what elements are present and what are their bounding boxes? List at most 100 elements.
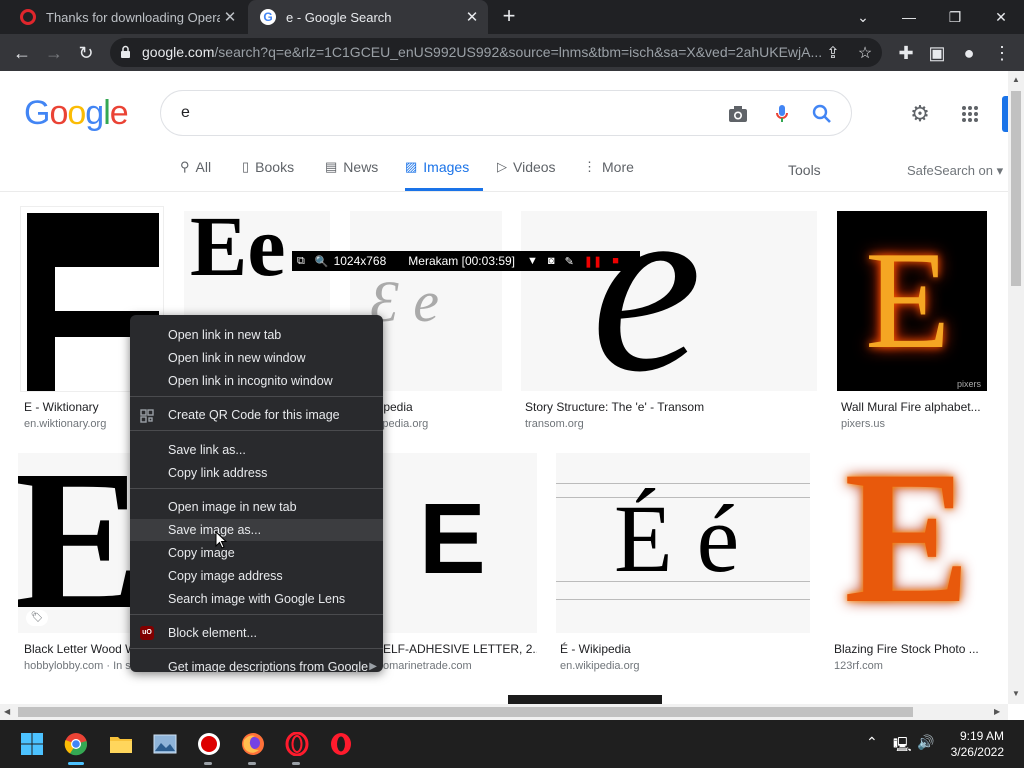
search-icon[interactable] bbox=[811, 103, 833, 125]
vertical-scrollbar[interactable]: ▲ ▼ bbox=[1008, 71, 1024, 704]
chrome-icon[interactable] bbox=[62, 730, 90, 758]
horizontal-scrollbar[interactable]: ◀ ▶ bbox=[0, 704, 1008, 720]
menu-save-link-as[interactable]: Save link as... bbox=[130, 439, 383, 461]
google-logo[interactable]: Google bbox=[24, 94, 129, 133]
tab-news[interactable]: ▤ News bbox=[325, 159, 378, 191]
apps-grid-icon[interactable] bbox=[958, 102, 982, 126]
photos-icon[interactable] bbox=[151, 730, 179, 758]
safesearch-toggle[interactable]: SafeSearch on ▾ bbox=[907, 163, 1003, 179]
menu-kebab-icon[interactable]: ⋮ bbox=[988, 39, 1016, 67]
minimize-icon[interactable]: — bbox=[886, 0, 932, 34]
scroll-up-icon[interactable]: ▲ bbox=[1012, 75, 1020, 84]
letter-e-gap bbox=[55, 267, 159, 311]
side-panel-icon[interactable]: ▣ bbox=[923, 39, 951, 67]
tab-videos[interactable]: ▷ Videos bbox=[497, 159, 556, 191]
menu-create-qr-code[interactable]: Create QR Code for this image bbox=[130, 404, 383, 426]
camera-icon[interactable] bbox=[727, 103, 749, 125]
windows-start-icon[interactable] bbox=[18, 730, 46, 758]
menu-open-link-incognito[interactable]: Open link in incognito window bbox=[130, 370, 383, 392]
tab-more[interactable]: ⋮ More bbox=[583, 159, 634, 191]
close-icon[interactable]: ✕ bbox=[462, 8, 482, 26]
result-image-transom[interactable]: e bbox=[521, 211, 817, 391]
opera-icon[interactable] bbox=[327, 730, 355, 758]
back-icon[interactable]: ← bbox=[8, 39, 36, 67]
pen-icon[interactable]: ✎ bbox=[565, 255, 574, 268]
tab-all[interactable]: ⚲ All bbox=[180, 159, 211, 191]
firefox-icon[interactable] bbox=[239, 730, 267, 758]
dropdown-arrow-icon[interactable]: ▼ bbox=[527, 255, 538, 267]
reload-icon[interactable]: ↻ bbox=[72, 39, 100, 67]
restore-icon[interactable]: ❐ bbox=[932, 0, 978, 34]
result-image-e-acute[interactable]: É é bbox=[556, 453, 810, 633]
result-glyph: E bbox=[865, 223, 951, 378]
watermark: pixers bbox=[956, 379, 981, 389]
result-image-fire-e[interactable]: E pixers bbox=[837, 211, 987, 391]
search-input[interactable]: e bbox=[181, 104, 190, 122]
menu-save-image-as[interactable]: Save image as... bbox=[130, 519, 383, 541]
screen-recorder-bar[interactable]: ⧉ 🔍 1024x768 Merakam [00:03:59] ▼ ◙ ✎ ❚❚… bbox=[292, 251, 640, 271]
result-glyph: Ee bbox=[190, 211, 286, 294]
menu-copy-image[interactable]: Copy image bbox=[130, 542, 383, 564]
scroll-left-icon[interactable]: ◀ bbox=[4, 707, 10, 716]
screen-recorder-icon[interactable] bbox=[195, 730, 223, 758]
search-nav-tabs: ⚲ All ▯ Books ▤ News ▨ Images ▷ Videos ⋮ More … bbox=[0, 150, 1008, 192]
bookmark-star-icon[interactable]: ☆ bbox=[854, 42, 876, 64]
result-image-adhesive-letter[interactable]: E bbox=[383, 453, 537, 633]
play-icon: ▷ bbox=[497, 159, 507, 174]
tab-books[interactable]: ▯ Books bbox=[242, 159, 294, 191]
close-icon[interactable]: ✕ bbox=[220, 8, 240, 26]
result-source: 123rf.com bbox=[834, 660, 883, 672]
windows-taskbar: ⌃ 🖳 🔊 9:19 AM 3/26/2022 bbox=[0, 720, 1024, 768]
volume-icon[interactable]: 🔊 bbox=[917, 734, 934, 751]
menu-search-google-lens[interactable]: Search image with Google Lens bbox=[130, 588, 383, 610]
search-box[interactable]: e bbox=[160, 90, 852, 136]
system-clock[interactable]: 9:19 AM 3/26/2022 bbox=[944, 728, 1004, 760]
tab-images[interactable]: ▨ Images bbox=[405, 159, 483, 191]
menu-block-element[interactable]: uO Block element... bbox=[130, 622, 383, 644]
result-caption[interactable]: Story Structure: The 'e' - Transom bbox=[525, 400, 815, 414]
running-app-indicator bbox=[248, 762, 256, 765]
forward-icon[interactable]: → bbox=[40, 39, 68, 67]
tab-opera-download[interactable]: Thanks for downloading Opera ✕ bbox=[8, 0, 246, 34]
vertical-scroll-thumb[interactable] bbox=[1011, 91, 1021, 286]
new-tab-button[interactable]: + bbox=[498, 5, 520, 28]
camera-icon[interactable]: ◙ bbox=[548, 255, 555, 267]
pause-icon[interactable]: ❚❚ bbox=[584, 255, 602, 268]
stop-icon[interactable]: ■ bbox=[612, 255, 619, 267]
tab-search-chevron-icon[interactable]: ⌄ bbox=[840, 0, 886, 34]
menu-copy-link-address[interactable]: Copy link address bbox=[130, 462, 383, 484]
result-caption[interactable]: É - Wikipedia bbox=[560, 642, 810, 656]
tools-button[interactable]: Tools bbox=[788, 162, 821, 178]
scroll-down-icon[interactable]: ▼ bbox=[1012, 689, 1020, 698]
result-image-black-letter[interactable]: E 🏷 bbox=[18, 453, 134, 633]
result-caption[interactable]: ELF-ADHESIVE LETTER, 2... bbox=[383, 642, 537, 656]
extensions-icon[interactable]: ✚ bbox=[892, 39, 920, 67]
menu-open-link-new-tab[interactable]: Open link in new tab bbox=[130, 324, 383, 346]
result-image-blazing-fire[interactable]: E bbox=[830, 453, 988, 633]
address-bar[interactable]: google.com/search?q=e&rlz=1C1GCEU_enUS99… bbox=[110, 38, 882, 67]
microphone-icon[interactable] bbox=[771, 103, 793, 125]
network-icon[interactable]: 🖳 bbox=[893, 734, 912, 758]
window-close-icon[interactable]: ✕ bbox=[978, 0, 1024, 34]
share-icon[interactable]: ⇪ bbox=[822, 42, 844, 64]
result-caption[interactable]: ikipedia bbox=[372, 400, 502, 414]
result-image-partial[interactable] bbox=[508, 695, 662, 704]
result-caption[interactable]: Wall Mural Fire alphabet... bbox=[841, 400, 986, 414]
opera-gx-icon[interactable] bbox=[283, 730, 311, 758]
menu-open-link-new-window[interactable]: Open link in new window bbox=[130, 347, 383, 369]
menu-get-image-descriptions[interactable]: Get image descriptions from Google ▶ bbox=[130, 656, 383, 672]
result-caption[interactable]: Blazing Fire Stock Photo ... bbox=[834, 642, 988, 656]
menu-open-image-new-tab[interactable]: Open image in new tab bbox=[130, 496, 383, 518]
zoom-icon[interactable]: 🔍 bbox=[315, 255, 329, 268]
horizontal-scroll-thumb[interactable] bbox=[18, 707, 913, 717]
result-caption[interactable]: Black Letter Wood W bbox=[24, 642, 130, 656]
settings-gear-icon[interactable]: ⚙ bbox=[908, 101, 932, 126]
result-glyph: E bbox=[18, 453, 134, 633]
profile-icon[interactable]: ● bbox=[955, 39, 983, 67]
file-explorer-icon[interactable] bbox=[107, 730, 135, 758]
scroll-right-icon[interactable]: ▶ bbox=[994, 707, 1000, 716]
show-hidden-icons-chevron[interactable]: ⌃ bbox=[866, 734, 878, 751]
tab-google-search[interactable]: G e - Google Search ✕ bbox=[248, 0, 488, 34]
crop-icon[interactable]: ⧉ bbox=[297, 255, 305, 268]
menu-copy-image-address[interactable]: Copy image address bbox=[130, 565, 383, 587]
